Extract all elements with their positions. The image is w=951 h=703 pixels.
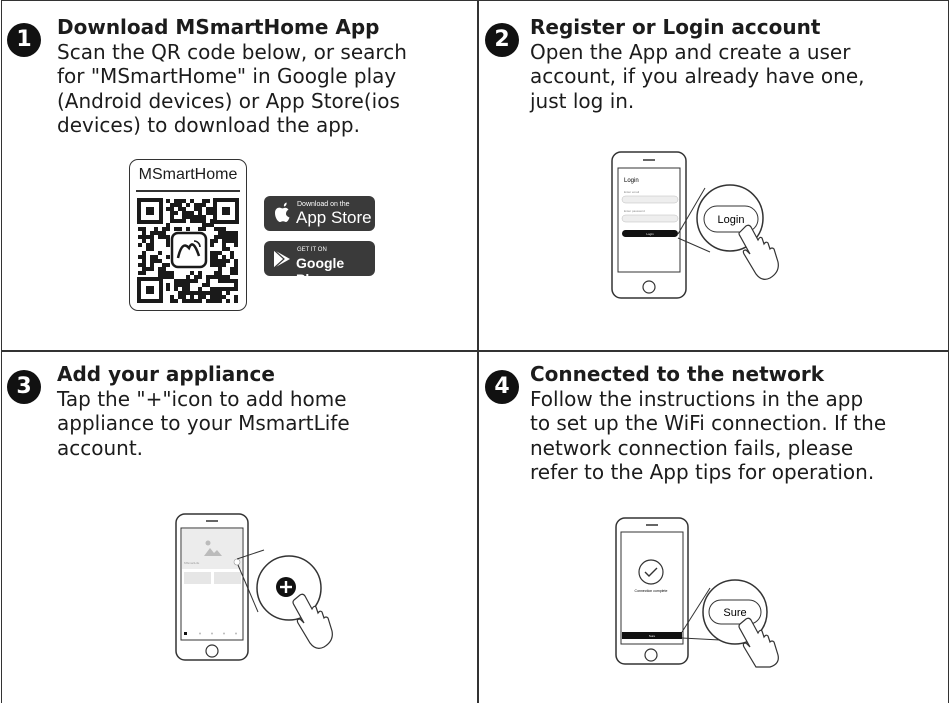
- qr-code: [137, 198, 239, 303]
- step-title: Register or Login account: [530, 15, 821, 39]
- google-play-badge[interactable]: GET IT ON Google Play: [264, 241, 375, 287]
- qr-label-divider: [136, 190, 240, 192]
- step-number-badge: 3: [7, 370, 41, 404]
- play-icon: [273, 249, 290, 269]
- login-screen-title: Login: [624, 178, 639, 184]
- home-caption: MSmartLife: [184, 561, 200, 565]
- qr-card: MSmartHome: [129, 159, 247, 311]
- google-play-small-text: GET IT ON: [297, 247, 327, 253]
- email-field-label: Enter email: [624, 190, 640, 194]
- step-body: Open the App and create a user account, …: [530, 39, 865, 113]
- small-plus-button[interactable]: [233, 558, 241, 566]
- add-appliance-phone-illustration: MSmartLife: [175, 513, 333, 661]
- step-title: Download MSmartHome App: [57, 15, 380, 39]
- password-field[interactable]: [621, 214, 679, 223]
- zoom-login-label: Login: [718, 214, 745, 226]
- qr-label: MSmartHome: [138, 166, 238, 183]
- step-number-badge: 2: [485, 23, 519, 57]
- zoom-sure-label: Sure: [723, 607, 746, 619]
- app-store-small-text: Download on the: [297, 201, 350, 208]
- step-title: Connected to the network: [530, 362, 825, 386]
- sure-button-label: Sure: [649, 634, 656, 638]
- connection-status-text: Connection complete: [635, 589, 668, 593]
- app-store-badge[interactable]: Download on the App Store: [264, 196, 375, 231]
- app-store-big-text: App Store: [296, 208, 372, 227]
- step-body: Follow the instructions in the app to se…: [530, 386, 887, 485]
- step-number-badge: 4: [485, 370, 519, 404]
- network-phone-illustration: Connection complete Sure Sure: [615, 517, 779, 668]
- google-play-big-text: Google Play: [296, 255, 345, 287]
- vertical-divider: [477, 0, 479, 703]
- step-title: Add your appliance: [57, 362, 275, 386]
- step-number-badge: 1: [7, 23, 41, 57]
- apple-icon: [275, 202, 290, 222]
- password-field-label: Enter password: [624, 209, 645, 213]
- login-phone-illustration: Login Enter email Enter password Login L…: [611, 151, 779, 299]
- email-field[interactable]: [621, 195, 679, 204]
- step-body: Tap the "+"icon to add home appliance to…: [57, 386, 350, 460]
- horizontal-divider: [1, 350, 949, 352]
- step-body: Scan the QR code below, or search for "M…: [57, 39, 407, 138]
- login-button-label: Login: [646, 232, 654, 236]
